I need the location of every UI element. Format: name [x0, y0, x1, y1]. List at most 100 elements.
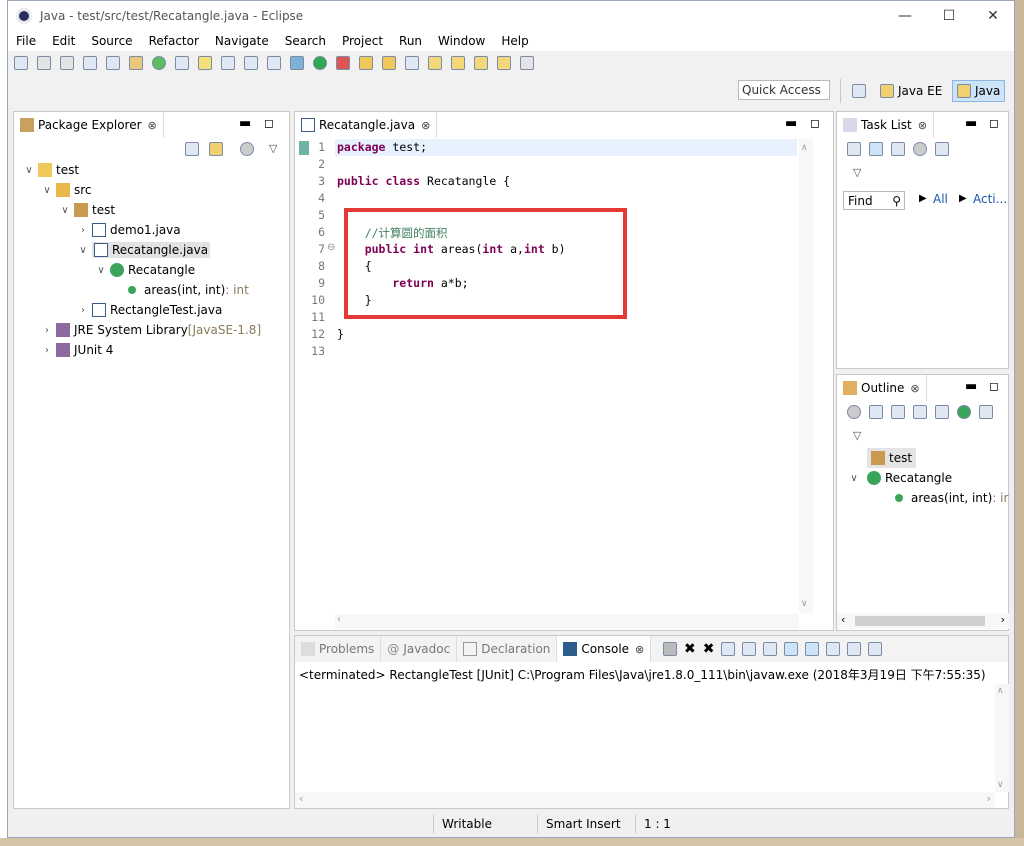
tab-task-list[interactable]: Task List ⊗ [837, 112, 934, 138]
view-menu-icon[interactable]: ▽ [269, 142, 277, 155]
perspective-java-ee[interactable]: Java EE [876, 80, 946, 102]
chevron-right-icon[interactable]: › [40, 325, 54, 336]
close-icon[interactable]: ⊗ [148, 119, 157, 132]
next-annotation-icon[interactable] [428, 56, 442, 70]
new-icon[interactable] [14, 56, 28, 70]
tab-package-explorer[interactable]: Package Explorer ⊗ [14, 112, 164, 138]
maximize-view-icon[interactable]: ◻ [810, 116, 820, 130]
skip-breakpoints-icon[interactable] [106, 56, 120, 70]
tree-item-recatangle-java[interactable]: ∨ Recatangle.java [76, 240, 211, 260]
tree-item-recatangle-class[interactable]: ∨ Recatangle [94, 260, 195, 280]
scheduled-icon[interactable] [891, 142, 905, 156]
maximize-button[interactable]: ☐ [926, 1, 972, 31]
horizontal-scrollbar[interactable]: ‹ › [295, 792, 995, 808]
activate-link[interactable]: Acti... [973, 192, 1007, 206]
forward-icon[interactable] [520, 56, 534, 70]
menu-help[interactable]: Help [493, 34, 536, 48]
mark-occurrences-icon[interactable] [198, 56, 212, 70]
minimize-view-icon[interactable]: ▬ [965, 116, 977, 131]
chevron-down-icon[interactable]: ∨ [94, 265, 108, 276]
block-selection-icon[interactable] [244, 56, 258, 70]
tab-javadoc[interactable]: @ Javadoc [381, 636, 458, 662]
close-icon[interactable]: ⊗ [421, 119, 430, 132]
maximize-view-icon[interactable]: ◻ [264, 116, 274, 130]
prev-annotation-icon[interactable] [451, 56, 465, 70]
tab-console[interactable]: Console ⊗ [557, 636, 652, 662]
tab-problems[interactable]: Problems [295, 636, 382, 662]
find-input[interactable]: Find ⚲ [843, 191, 905, 210]
chevron-down-icon[interactable]: ∨ [76, 245, 90, 256]
minimize-view-icon[interactable]: ▬ [785, 116, 797, 131]
chevron-down-icon[interactable]: ∨ [22, 165, 36, 176]
new-task-icon[interactable] [847, 142, 861, 156]
hide-static-icon[interactable] [935, 405, 949, 419]
vertical-scrollbar[interactable]: ∧ ∨ [799, 139, 813, 613]
minimize-view-icon[interactable]: ▬ [239, 116, 251, 131]
maximize-view-icon[interactable]: ◻ [989, 116, 999, 130]
tree-item-rectangle-test[interactable]: › RectangleTest.java [76, 300, 222, 320]
menu-run[interactable]: Run [391, 34, 430, 48]
outline-item-package[interactable]: test [867, 448, 917, 468]
remove-all-icon[interactable]: ✖ [703, 641, 715, 657]
hide-non-public-icon[interactable] [957, 405, 971, 419]
tree-item-package-test[interactable]: ∨ test [58, 200, 115, 220]
filters-icon[interactable] [240, 142, 254, 159]
horizontal-scrollbar[interactable]: ‹ [335, 614, 799, 628]
chevron-right-icon[interactable]: › [76, 225, 90, 236]
chevron-right-icon[interactable]: › [40, 345, 54, 356]
show-stdout-icon[interactable] [784, 642, 799, 656]
open-type-icon[interactable] [175, 56, 189, 70]
open-console-icon[interactable] [868, 642, 883, 656]
show-whitespace-icon[interactable] [267, 56, 281, 70]
maximize-view-icon[interactable]: ◻ [989, 379, 999, 393]
menu-refactor[interactable]: Refactor [141, 34, 207, 48]
menu-window[interactable]: Window [430, 34, 493, 48]
focus-icon[interactable] [913, 142, 927, 156]
menu-file[interactable]: File [8, 34, 44, 48]
sort-icon[interactable] [891, 405, 905, 419]
new-class-icon[interactable] [152, 56, 166, 70]
new-package-icon[interactable] [129, 56, 143, 70]
pin-console-icon[interactable] [826, 642, 841, 656]
tab-recatangle-java[interactable]: Recatangle.java ⊗ [295, 112, 438, 138]
save-icon[interactable] [37, 56, 51, 70]
chevron-right-icon[interactable]: › [76, 305, 90, 316]
tree-item-src[interactable]: ∨ src [40, 180, 92, 200]
menu-source[interactable]: Source [83, 34, 140, 48]
link-editor-icon[interactable] [209, 142, 223, 159]
focus-active-task-icon[interactable] [847, 405, 861, 419]
save-all-icon[interactable] [60, 56, 74, 70]
search-tool-icon[interactable] [405, 56, 419, 70]
quick-access-input[interactable]: Quick Access [738, 80, 830, 100]
menu-edit[interactable]: Edit [44, 34, 83, 48]
tree-item-demo1[interactable]: › demo1.java [76, 220, 181, 240]
perspective-java[interactable]: Java [952, 80, 1006, 102]
close-button[interactable]: ✕ [970, 1, 1016, 31]
collapse-all-icon[interactable] [869, 405, 883, 419]
close-icon[interactable]: ⊗ [635, 643, 644, 656]
last-edit-icon[interactable] [474, 56, 488, 70]
view-menu-icon[interactable]: ▽ [853, 166, 861, 179]
menu-project[interactable]: Project [334, 34, 391, 48]
toggle-comment-icon[interactable] [221, 56, 235, 70]
remove-launch-icon[interactable]: ✖ [684, 641, 696, 657]
debug-icon[interactable] [290, 56, 304, 70]
close-icon[interactable]: ⊗ [918, 119, 927, 132]
horizontal-scrollbar[interactable]: ‹ › [837, 613, 1009, 629]
word-wrap-icon[interactable] [763, 642, 778, 656]
clear-console-icon[interactable] [721, 642, 736, 656]
back-icon[interactable] [497, 56, 511, 70]
close-icon[interactable]: ⊗ [910, 382, 919, 395]
tree-item-areas-method[interactable]: areas(int, int) : int [128, 280, 249, 300]
run-icon[interactable] [313, 56, 327, 70]
view-menu-icon[interactable]: ▽ [853, 429, 861, 442]
outline-item-class[interactable]: ∨ Recatangle [847, 468, 952, 488]
menu-search[interactable]: Search [277, 34, 334, 48]
tab-declaration[interactable]: Declaration [457, 636, 558, 662]
tree-item-junit4[interactable]: › JUnit 4 [40, 340, 113, 360]
tree-item-project-test[interactable]: ∨ test [22, 160, 79, 180]
hide-fields-icon[interactable] [913, 405, 927, 419]
show-stderr-icon[interactable] [805, 642, 820, 656]
hide-local-types-icon[interactable] [979, 405, 993, 419]
hide-completed-icon[interactable] [935, 142, 949, 156]
